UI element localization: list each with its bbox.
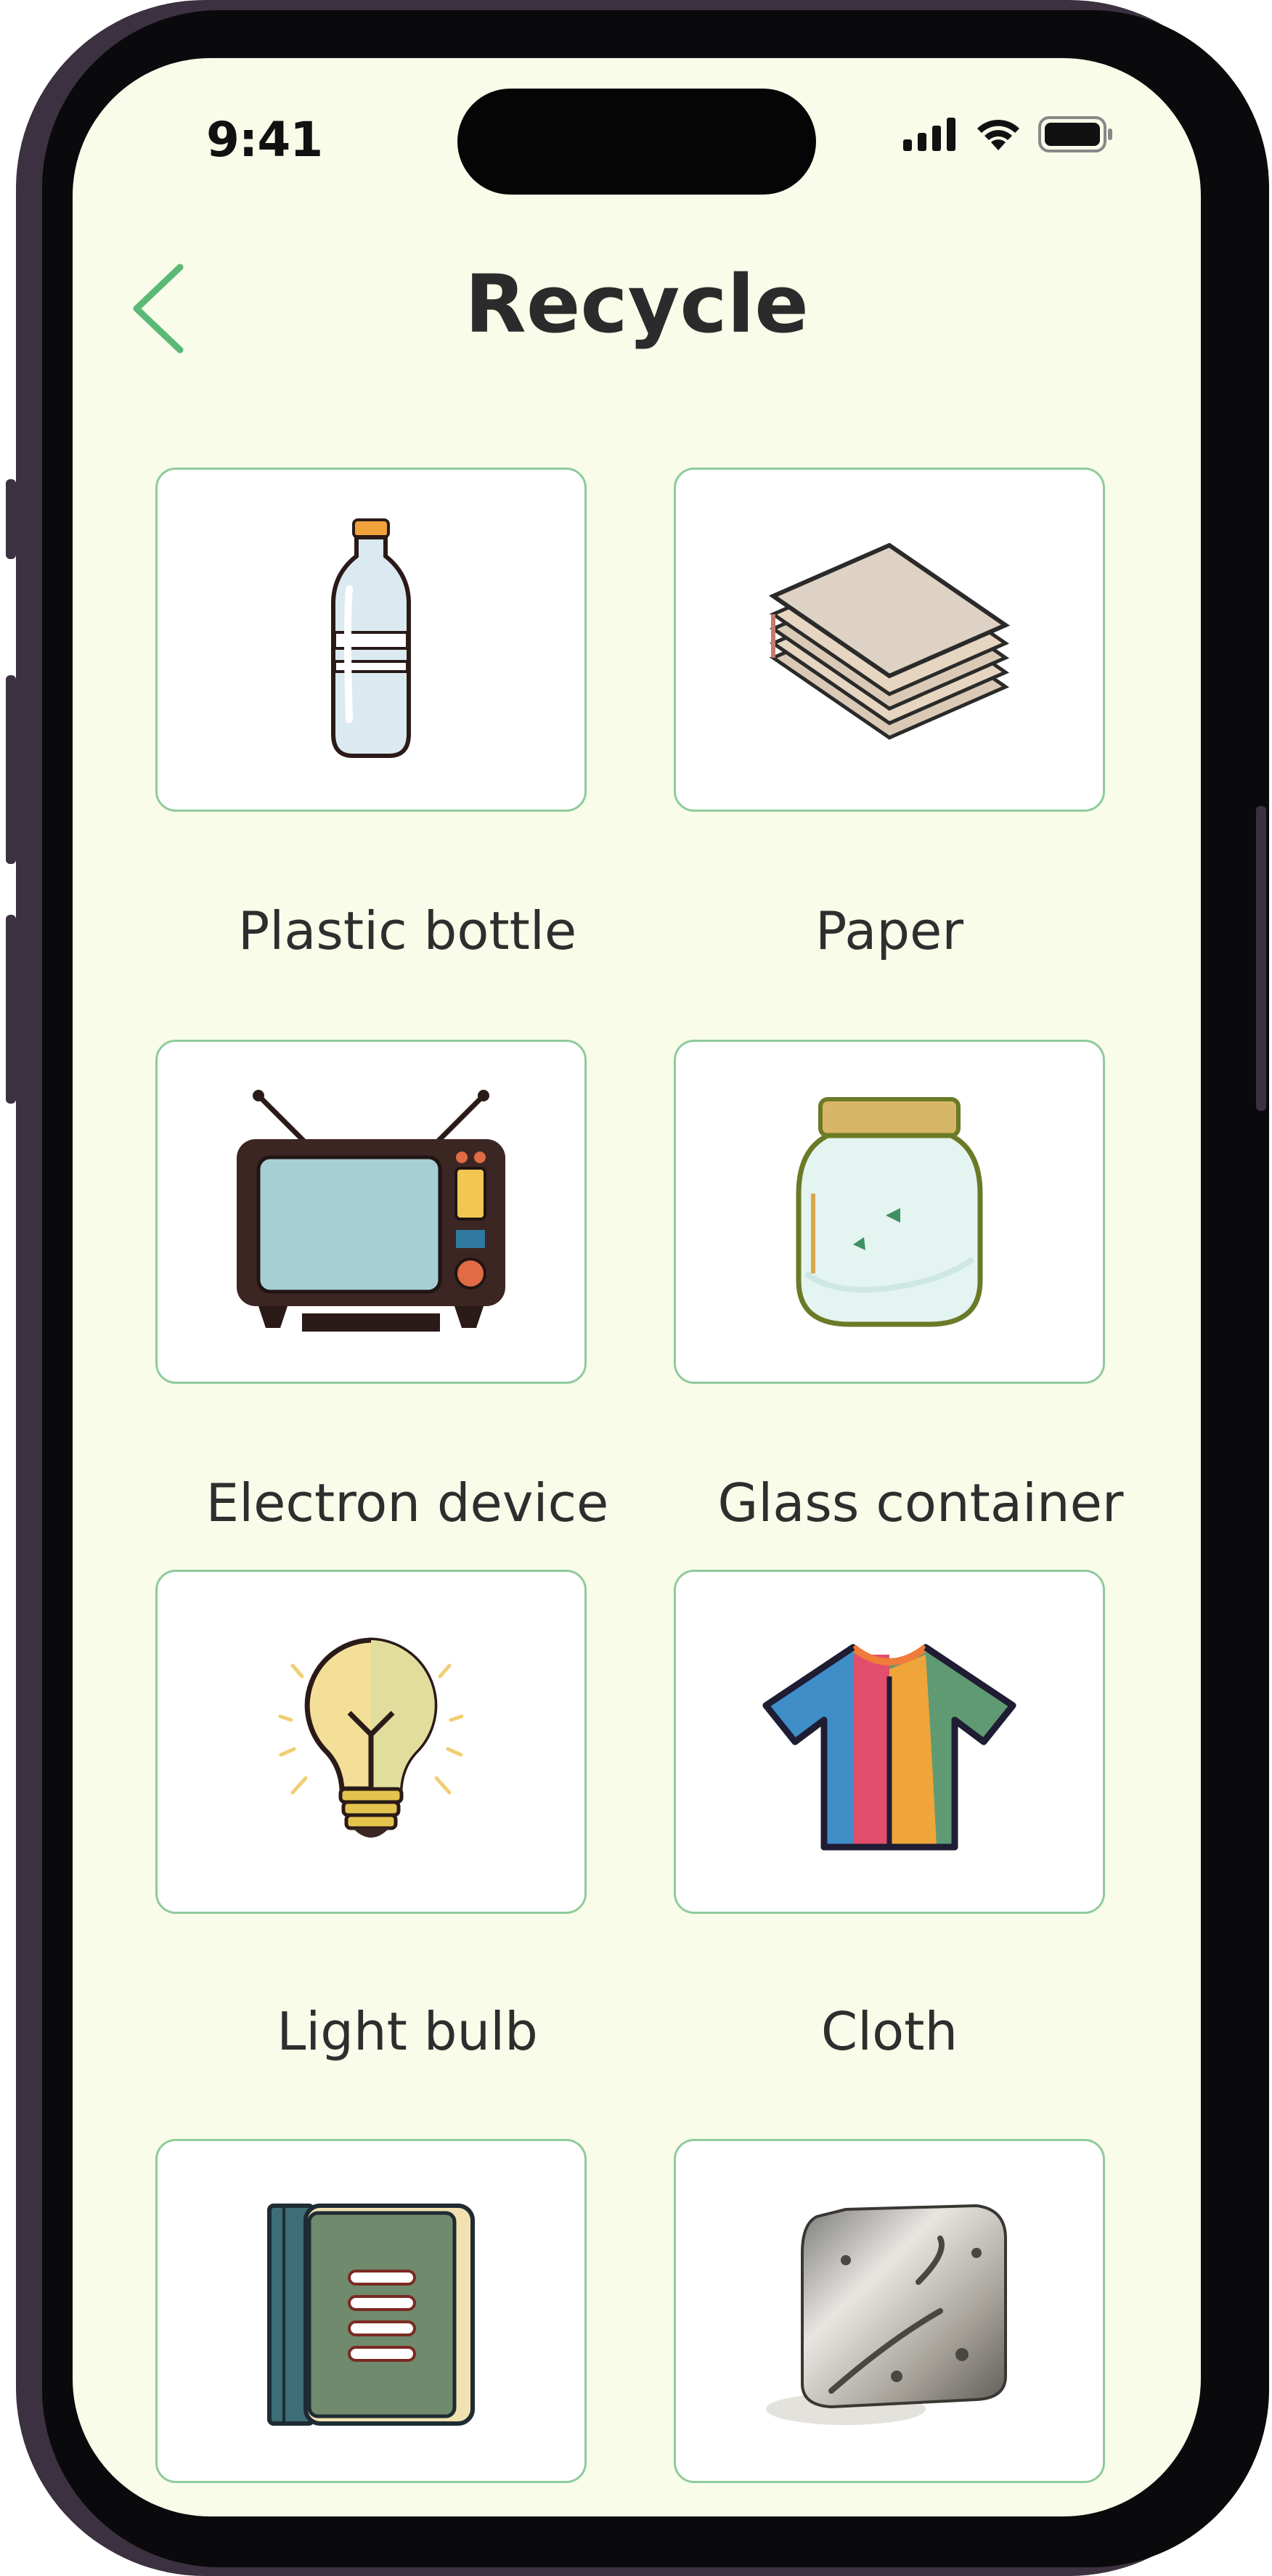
cellular-signal-icon (903, 118, 955, 151)
paper-stack-icon (768, 542, 1011, 740)
tv-icon (237, 1090, 505, 1332)
glass-jar-icon (796, 1097, 983, 1327)
category-label: Paper (815, 900, 963, 961)
volume-up-button (6, 675, 16, 864)
category-label: Light bulb (277, 2001, 538, 2062)
page-title: Recycle (465, 258, 809, 351)
silent-switch (6, 479, 16, 559)
category-label: Electron device (205, 1472, 609, 1533)
metal-plate-icon (766, 2204, 1007, 2425)
status-time: 9:41 (206, 112, 323, 168)
wifi-icon (977, 119, 1019, 150)
category-card-glass-container[interactable] (674, 1040, 1105, 1384)
category-card-electron-device[interactable] (155, 1040, 587, 1384)
category-card-book[interactable] (155, 2139, 587, 2483)
status-bar: 9:41 (73, 58, 1201, 218)
category-card-metal[interactable] (674, 2139, 1105, 2483)
category-card-light-bulb[interactable] (155, 1570, 587, 1914)
book-icon (267, 2204, 475, 2426)
battery-icon (1038, 116, 1112, 152)
category-card-paper[interactable] (674, 468, 1105, 812)
light-bulb-icon (278, 1637, 464, 1838)
power-button (1256, 806, 1266, 1111)
category-label: Cloth (820, 2001, 958, 2062)
category-label: Plastic bottle (237, 900, 577, 961)
category-card-cloth[interactable] (674, 1570, 1105, 1914)
plastic-bottle-icon (331, 518, 411, 758)
shirt-icon (762, 1644, 1016, 1851)
app-screen: 9:41 Recycle Plastic bottle Paper Electr… (73, 58, 1201, 2516)
status-icons (903, 116, 1114, 152)
category-label: Glass container (717, 1472, 1124, 1533)
dynamic-island (457, 89, 816, 195)
category-card-plastic-bottle[interactable] (155, 468, 587, 812)
volume-down-button (6, 915, 16, 1104)
